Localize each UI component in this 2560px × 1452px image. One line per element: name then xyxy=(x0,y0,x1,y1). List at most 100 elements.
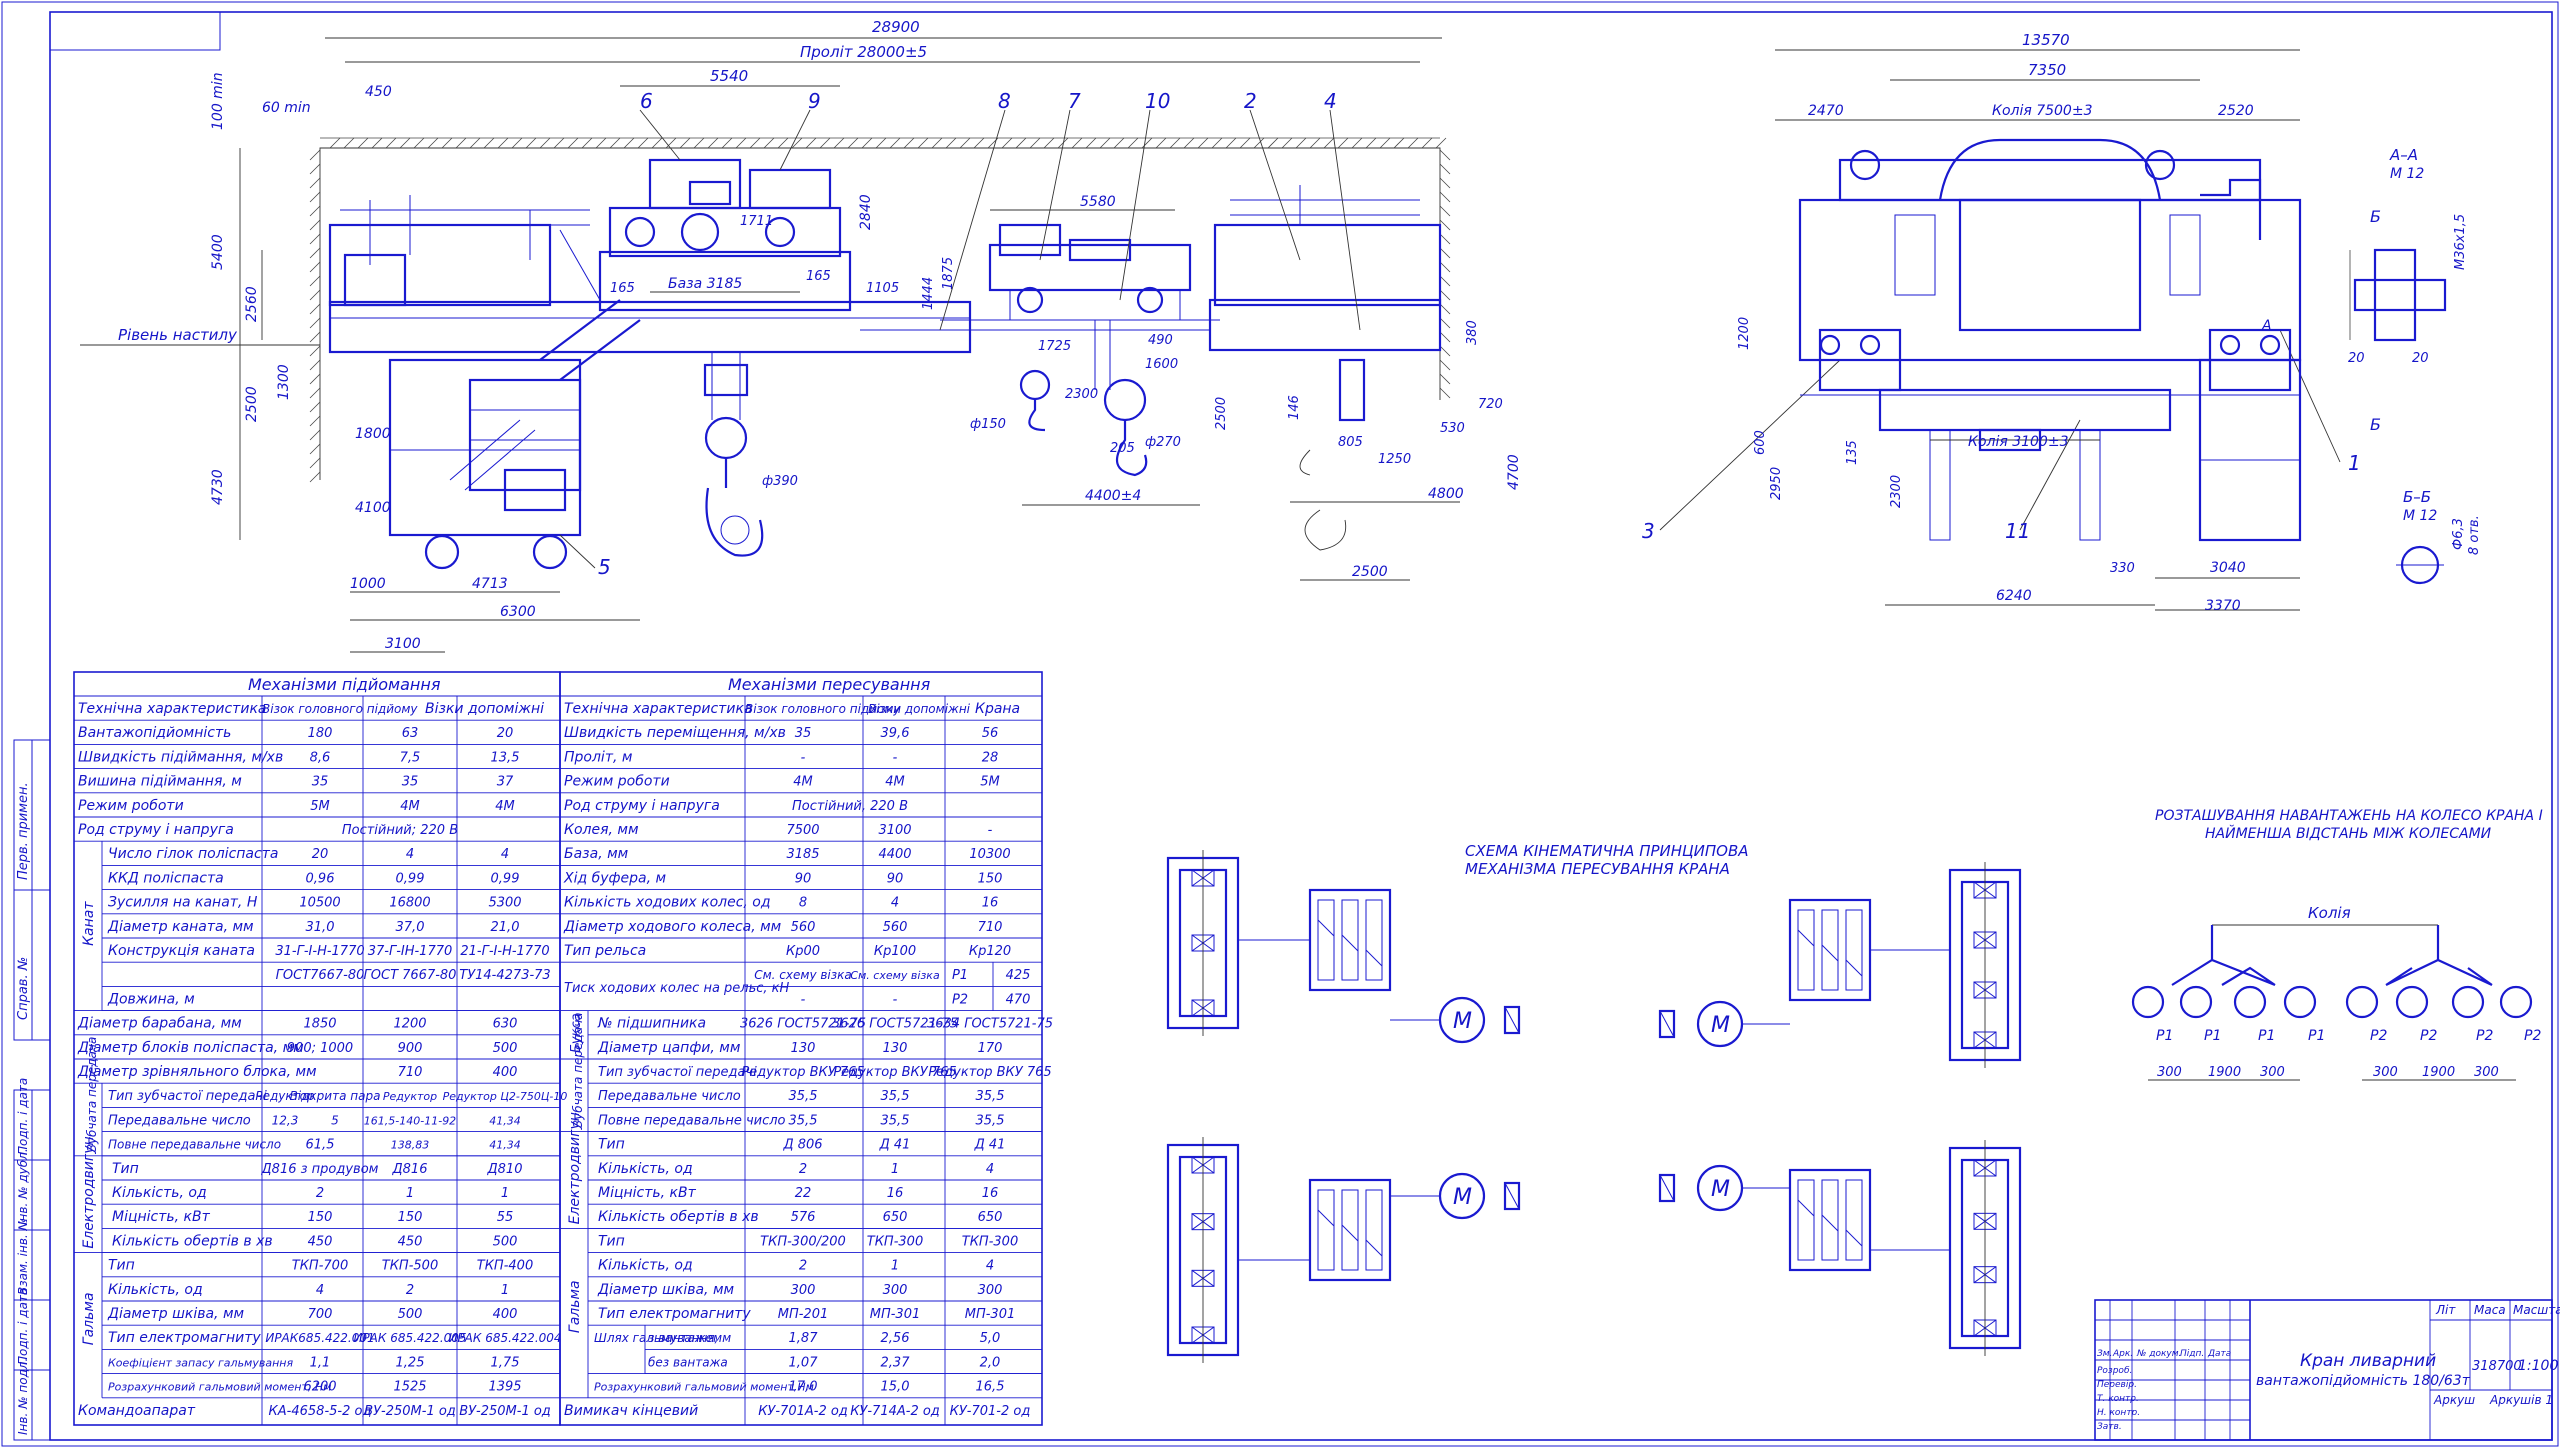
gear-cross xyxy=(1317,1209,1335,1227)
travel-row-value: 3185 xyxy=(786,847,819,862)
lift-brake-label: Тип xyxy=(108,1258,135,1274)
crane-drawing: Перв. примен. Справ. № Інв. № подл. Подп… xyxy=(1,1,2560,1447)
gear-shaft xyxy=(1365,899,1383,981)
travel-box-row-value: 130 xyxy=(791,1041,816,1056)
hatch-line xyxy=(511,137,523,149)
margin-sig2: Подп. і дата xyxy=(16,1078,30,1155)
travel-row-value: - xyxy=(893,750,898,765)
travel-path-value: 1,87 xyxy=(789,1331,819,1346)
section-views: А–А М 12 Б Б А М36х1,5 20 20 Б–Б М 12 Ф6… xyxy=(2261,146,2482,585)
dim-phi270: ф270 xyxy=(1145,435,1181,450)
lift-rope-row-value: 16800 xyxy=(389,896,430,911)
dim-5400: 5400 xyxy=(210,234,226,270)
hatch-line xyxy=(1439,261,1451,273)
section-bb-scale: М 12 xyxy=(2403,508,2437,524)
bogie-arm-right xyxy=(2385,958,2493,986)
dim-1200: 1200 xyxy=(1737,317,1752,350)
hatch-line xyxy=(1001,137,1013,149)
travel-path-value: 2,37 xyxy=(881,1355,911,1370)
hatch-line xyxy=(309,149,321,161)
dim-6240: 6240 xyxy=(1996,588,2032,604)
hatch-line xyxy=(309,247,321,259)
wheel-dim-300b: 300 xyxy=(2260,1065,2285,1080)
lift-brake-value: ИРАК 685.422.004 xyxy=(448,1331,561,1345)
gear-shaft xyxy=(1821,909,1839,991)
lift-gear-label: Повне передавальне число xyxy=(108,1138,281,1152)
lift-motor-row-value: Д810 xyxy=(487,1162,523,1177)
dim-2840: 2840 xyxy=(858,194,874,230)
tb-role: Перевір. xyxy=(2097,1380,2137,1390)
section-bb-label: Б–Б xyxy=(2403,488,2431,506)
travel-motor-row-value: Д 41 xyxy=(879,1138,911,1153)
hatch-line xyxy=(329,137,341,149)
dim-1711: 1711 xyxy=(740,214,773,229)
hatch-line xyxy=(309,317,321,329)
travel-gear-row-value: Редуктор ВКУ 765 xyxy=(928,1065,1051,1080)
lift-rope-row-label: Діаметр каната, мм xyxy=(107,919,254,935)
dim-2300-side: 2300 xyxy=(1889,475,1904,508)
travel-pressure-v3: 425 xyxy=(1006,968,1031,983)
hatch-line xyxy=(309,177,321,189)
hatch-line xyxy=(651,137,663,149)
tb-header-cell: Зм. xyxy=(2097,1349,2112,1359)
dim-4400: 4400±4 xyxy=(1085,488,1141,504)
lift-gear-label: Передавальне число xyxy=(108,1113,251,1128)
brake-cross xyxy=(1659,1010,1675,1038)
hatch-line xyxy=(1127,137,1139,149)
travel-motor-row-value: 2 xyxy=(799,1162,807,1177)
lift-rope-row-value: 37-Г-ІН-1770 xyxy=(368,944,453,959)
travel-pressure-v1: См. схему візка xyxy=(754,968,852,982)
crane-wheel xyxy=(2179,985,2213,1019)
drawing-frame xyxy=(49,11,2553,1441)
wheel-load-label: Р1 xyxy=(2258,1028,2275,1044)
lift-row-value: 35 xyxy=(312,775,329,790)
lift-current-label: Род струму і напруга xyxy=(78,822,234,838)
lift-brake-label: Тип електромагниту xyxy=(108,1330,261,1346)
hatch-line xyxy=(525,137,537,149)
hatch-line xyxy=(309,457,321,469)
travel-moment-value: 16,5 xyxy=(976,1380,1005,1395)
travel-motor-row-value: 16 xyxy=(982,1186,999,1201)
hatch-line xyxy=(1225,137,1237,149)
travel-row-value: 10300 xyxy=(969,847,1010,862)
hatch-line xyxy=(819,137,831,149)
hatch-line xyxy=(847,137,859,149)
lift-row-label: Вантажопідйомність xyxy=(78,725,231,741)
travel-row-value: 7500 xyxy=(786,823,819,838)
hatch-line xyxy=(309,163,321,175)
lift-motor-row-label: Міцність, кВт xyxy=(112,1209,211,1225)
travel-brake-row-value: ТКП-300 xyxy=(962,1234,1018,1249)
travel-motor-row-value: 650 xyxy=(978,1210,1003,1225)
lift-rope-row-label: Число гілок поліспаста xyxy=(108,846,278,862)
hatch-line xyxy=(567,137,579,149)
lift-rope-row-value: 21-Г-І-Н-1770 xyxy=(460,944,549,959)
lift-row-value: 4М xyxy=(400,799,420,814)
title-scale-value: 1:100 xyxy=(2518,1358,2558,1374)
dim-380: 380 xyxy=(1465,320,1480,345)
hatch-line xyxy=(469,137,481,149)
reducer xyxy=(1308,1178,1392,1282)
travel-last-value: КУ-701А-2 од xyxy=(758,1404,848,1419)
travel-group-gear: Зубчата передача xyxy=(571,1012,585,1127)
hatch-line xyxy=(679,137,691,149)
dim-4100: 4100 xyxy=(355,500,391,516)
table-travel-col-crane: Крана xyxy=(975,701,1020,717)
lift-rope-row-value: 0,99 xyxy=(396,871,425,886)
travel-motor-row-value: 576 xyxy=(791,1210,816,1225)
dim-4713: 4713 xyxy=(472,576,508,592)
gear-shaft xyxy=(1845,1179,1863,1261)
gear-cross xyxy=(1821,1214,1839,1232)
gear-cross xyxy=(1365,1239,1383,1257)
lift-rope-row-value: 0,96 xyxy=(306,871,335,886)
travel-row-value: - xyxy=(801,750,806,765)
hatch-line xyxy=(945,137,957,149)
table-lifting: Механізми підйомання Технічна характерист… xyxy=(73,671,567,1426)
travel-motor-row-value: 22 xyxy=(795,1186,812,1201)
outer-border xyxy=(1,1,2559,1447)
travel-row-value: 35 xyxy=(795,726,812,741)
travel-path-sub: з вантажем xyxy=(648,1331,722,1345)
lift-rope-row-value: 0,99 xyxy=(491,871,520,886)
hatch-line xyxy=(1155,137,1167,149)
title-lit: Літ xyxy=(2435,1303,2456,1317)
lift-rope-row-label: Конструкція каната xyxy=(108,943,255,959)
